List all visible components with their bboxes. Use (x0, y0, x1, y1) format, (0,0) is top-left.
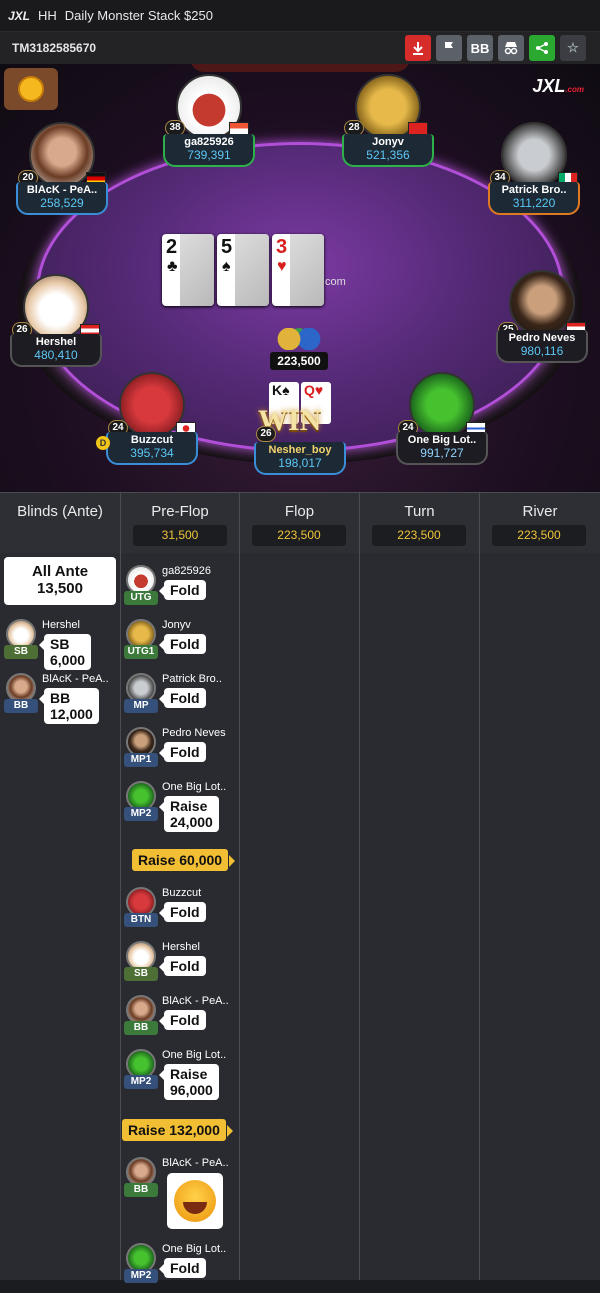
raise-total-tag: Raise 132,000 (122, 1119, 233, 1141)
street-pot: 223,500 (252, 525, 346, 546)
title-bar: JXL HH Daily Monster Stack $250 (0, 0, 600, 32)
table-replay: JXL.com 2 ♣ 5 ♠ 3 ♥ com 223,500 38 ga825926… (0, 64, 600, 492)
player-name: Buzzcut (162, 887, 202, 899)
col-turn[interactable]: Turn 223,500 (359, 493, 479, 554)
star-icon: ☆ (567, 40, 579, 55)
download-button[interactable] (405, 35, 431, 61)
raise-total-tag: Raise 60,000 (132, 849, 236, 871)
action-history: All Ante 13,500 SB Hershel SB 6,000 BB B… (0, 553, 600, 1283)
action-bubble: Fold (159, 742, 206, 762)
flag-button[interactable] (436, 35, 462, 61)
tournament-id: TM3182585670 (12, 41, 97, 55)
action-bubble: Fold (159, 1010, 206, 1030)
action-bubble: Raise 24,000 (159, 796, 219, 832)
action-bubble: Fold (159, 1258, 206, 1278)
board-card: 2 ♣ (162, 234, 214, 306)
seat-patrick[interactable]: 34 Patrick Bro.. 311,220 (488, 122, 580, 215)
action-bubble: Fold (159, 634, 206, 654)
river-actions (479, 553, 600, 1280)
player-name: Hershel (42, 619, 80, 631)
action-bubble: BB 12,000 (39, 688, 99, 724)
action-bubble: Raise 96,000 (159, 1064, 219, 1100)
action-bubble: Fold (159, 580, 206, 600)
position-badge: SB (4, 645, 38, 659)
col-blinds[interactable]: Blinds (Ante) (0, 493, 120, 554)
position-badge: BB (4, 699, 38, 713)
player-name: ga825926 (162, 565, 211, 577)
action-bubble: Fold (159, 956, 206, 976)
bb-button[interactable]: BB (467, 35, 493, 61)
position-badge: MP (124, 699, 158, 713)
share-icon (536, 42, 548, 54)
position-badge: UTG1 (124, 645, 158, 659)
col-flop[interactable]: Flop 223,500 (239, 493, 359, 554)
dealer-button: D (96, 436, 110, 450)
seat-one-big-lot[interactable]: 24 One Big Lot.. 991,727 (396, 372, 488, 465)
app-logo: JXL (8, 8, 31, 23)
smiley-icon (18, 76, 44, 102)
board-card: 3 ♥ (272, 234, 324, 306)
pot-amount: 223,500 (270, 352, 328, 370)
turn-actions (359, 553, 479, 1280)
board-card: 5 ♠ (217, 234, 269, 306)
action-bubble: SB 6,000 (38, 634, 92, 670)
seat-nesher-boy-winner[interactable]: K♠ Q♥ WIN 26 Nesher_boy 198,017 (252, 382, 348, 475)
position-badge: BB (124, 1183, 158, 1197)
col-preflop[interactable]: Pre-Flop 31,500 (120, 493, 239, 554)
position-badge: MP1 (124, 753, 158, 767)
board-cards: 2 ♣ 5 ♠ 3 ♥ (162, 234, 327, 306)
toolbar: TM3182585670 BB ☆ (0, 32, 600, 64)
player-name: Patrick Bro.. (162, 673, 222, 685)
seat-ga825926[interactable]: 38 ga825926 739,391 (163, 74, 255, 167)
watermark-text: com (325, 276, 346, 288)
action-bubble: Fold (159, 902, 206, 922)
position-badge: UTG (124, 591, 158, 605)
window-title: Daily Monster Stack $250 (64, 8, 213, 23)
player-name: One Big Lot.. (162, 1049, 227, 1061)
pot: 223,500 (270, 328, 328, 370)
flop-actions (239, 553, 359, 1280)
chip-stack-icon (274, 328, 324, 350)
seat-pedro-neves[interactable]: 25 Pedro Neves980,116 (496, 270, 588, 363)
favorite-button[interactable]: ☆ (560, 35, 586, 61)
brand-logo: JXL.com (532, 76, 584, 96)
download-icon (413, 42, 423, 55)
player-name: One Big Lot.. (162, 1243, 227, 1255)
table-banner (190, 64, 410, 72)
player-name: Pedro Neves (162, 727, 226, 739)
player-name: Jonyv (162, 619, 191, 631)
player-name: BlAcK - PeA.. (42, 673, 109, 685)
player-name: One Big Lot.. (162, 781, 227, 793)
position-badge: MP2 (124, 1075, 158, 1089)
street-pot: 223,500 (372, 525, 466, 546)
position-badge: BTN (124, 913, 158, 927)
hh-label: HH (38, 8, 57, 23)
col-river[interactable]: River 223,500 (479, 493, 600, 554)
seat-jonyv[interactable]: 28 Jonyv 521,356 (342, 74, 434, 167)
position-badge: MP2 (124, 807, 158, 821)
player-name: BlAcK - PeA.. (162, 1157, 229, 1169)
street-header: Blinds (Ante) Pre-Flop 31,500 Flop 223,5… (0, 492, 600, 554)
incognito-icon (504, 42, 518, 55)
position-badge: MP2 (124, 1269, 158, 1283)
incognito-button[interactable] (498, 35, 524, 61)
street-pot: 31,500 (133, 525, 227, 546)
emoji-button[interactable] (4, 68, 58, 110)
seat-hershel[interactable]: 26 Hershel 480,410 (10, 274, 102, 367)
seat-black-pea[interactable]: 20 BlAcK - PeA.. 258,529 (16, 122, 108, 215)
flag-icon (445, 42, 453, 54)
level-badge: 26 (256, 426, 276, 442)
player-name: BlAcK - PeA.. (162, 995, 229, 1007)
laughing-emoji-icon (167, 1173, 223, 1229)
player-name: Hershel (162, 941, 200, 953)
position-badge: BB (124, 1021, 158, 1035)
seat-buzzcut[interactable]: 24 Buzzcut 395,734 (106, 372, 198, 465)
ante-box: All Ante 13,500 (4, 557, 116, 605)
street-pot: 223,500 (492, 525, 586, 546)
share-button[interactable] (529, 35, 555, 61)
action-bubble: Fold (159, 688, 206, 708)
position-badge: SB (124, 967, 158, 981)
